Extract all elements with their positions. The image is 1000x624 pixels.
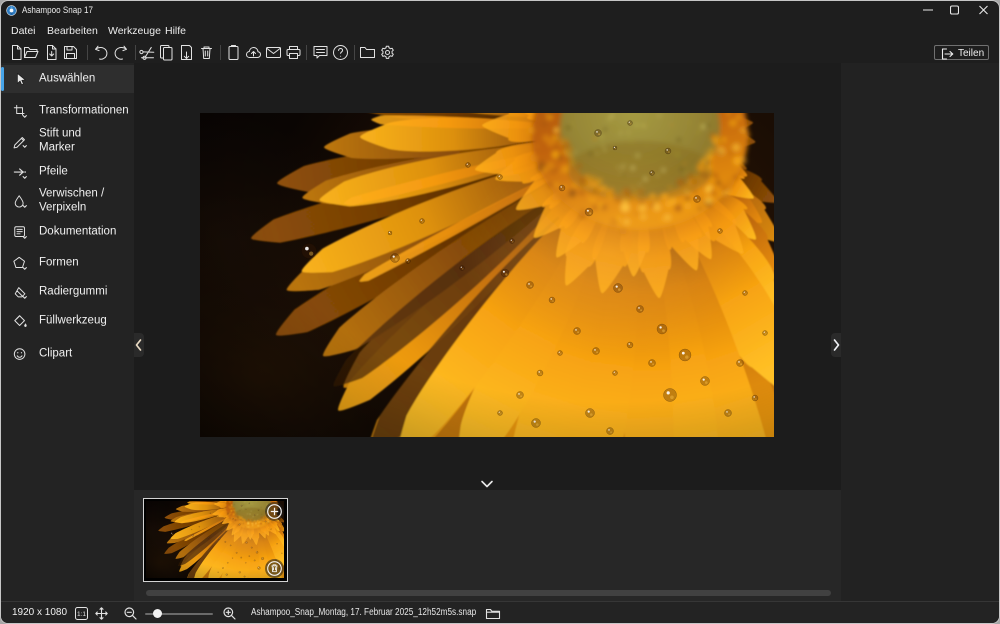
svg-text:1:1: 1:1 bbox=[77, 611, 86, 618]
